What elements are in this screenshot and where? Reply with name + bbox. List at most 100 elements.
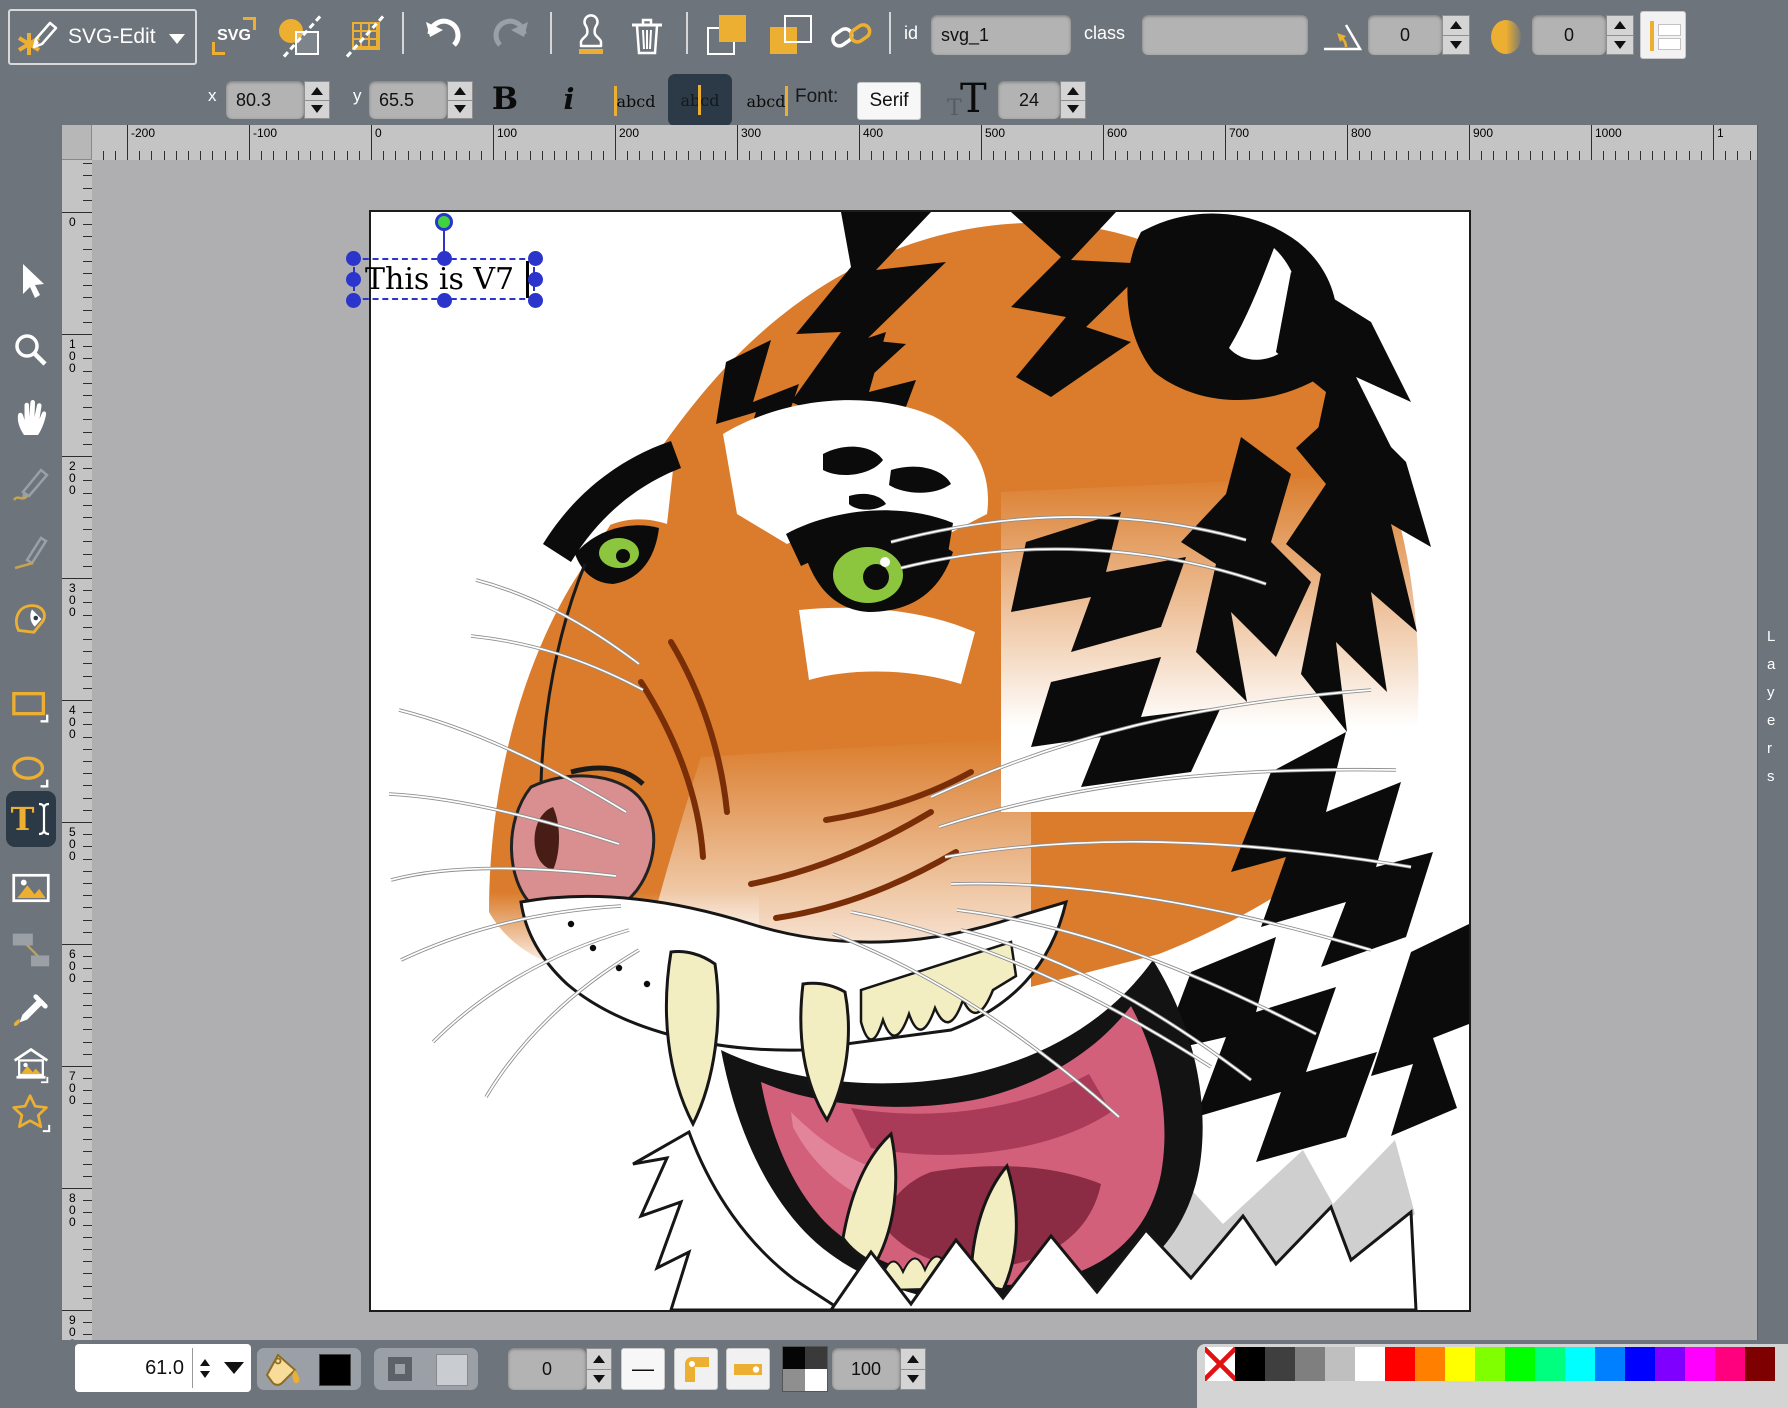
tool-rectangle[interactable] [11, 687, 51, 727]
text-anchor-middle-button[interactable]: abcd [668, 74, 732, 126]
selection-handle[interactable] [528, 293, 543, 308]
fill-color-button[interactable] [257, 1348, 361, 1390]
tool-pencil[interactable] [11, 464, 51, 504]
palette-swatch[interactable] [1535, 1347, 1565, 1381]
selection-handle[interactable] [528, 272, 543, 287]
palette-swatch[interactable] [1475, 1347, 1505, 1381]
paint-bucket-icon [263, 1351, 303, 1389]
make-link-button[interactable] [828, 14, 876, 58]
id-label: id [904, 23, 918, 44]
toolbar-divider [402, 12, 404, 54]
tool-path[interactable] [11, 598, 51, 638]
document-properties-button[interactable] [277, 13, 327, 59]
palette-swatch[interactable] [1655, 1347, 1685, 1381]
class-input[interactable] [1142, 15, 1308, 55]
palette-swatch[interactable] [1565, 1347, 1595, 1381]
delete-button[interactable] [625, 12, 669, 60]
palette-swatch[interactable] [1355, 1347, 1385, 1381]
zoom-spinner[interactable] [193, 1344, 217, 1392]
zoom-select[interactable]: 61.0 [75, 1344, 251, 1392]
layers-panel-tab[interactable]: Layers [1757, 125, 1788, 1340]
zoom-dropdown-caret[interactable] [217, 1344, 251, 1392]
move-to-bottom-button[interactable] [768, 15, 814, 57]
y-input[interactable]: 65.5 [369, 81, 447, 119]
palette-swatch[interactable] [1415, 1347, 1445, 1381]
id-input[interactable]: svg_1 [931, 15, 1071, 55]
text-tool-glyph: T [11, 800, 35, 838]
source-editor-button[interactable]: SVG [210, 15, 258, 57]
opacity-spinner[interactable] [900, 1348, 926, 1390]
tool-line[interactable] [11, 532, 51, 572]
tool-zoom[interactable] [11, 330, 51, 370]
undo-button[interactable] [420, 14, 464, 58]
linecap-icon [731, 1352, 765, 1386]
blur-spinner[interactable] [1606, 15, 1634, 55]
selection-handle[interactable] [346, 293, 361, 308]
tool-ellipse[interactable] [11, 752, 51, 792]
font-family-select[interactable]: Serif [857, 82, 921, 120]
stroke-width-spinner[interactable] [586, 1348, 612, 1390]
palette-swatch[interactable] [1595, 1347, 1625, 1381]
palette-swatch[interactable] [1715, 1347, 1745, 1381]
palette-swatch[interactable] [1295, 1347, 1325, 1381]
redo-button[interactable] [490, 14, 534, 58]
italic-button[interactable]: i [552, 78, 586, 120]
angle-input[interactable]: 0 [1368, 15, 1442, 55]
opacity-input[interactable]: 100 [832, 1348, 900, 1390]
stroke-dash-select[interactable]: — [621, 1348, 665, 1390]
tool-shape-library[interactable] [11, 1045, 51, 1085]
selection-handle[interactable] [528, 251, 543, 266]
zoom-icon [12, 331, 50, 369]
palette-swatch[interactable] [1745, 1347, 1775, 1381]
tool-select[interactable] [11, 262, 51, 302]
select-arrow-icon [13, 262, 49, 302]
selection-handle[interactable] [437, 293, 452, 308]
palette-swatch[interactable] [1235, 1347, 1265, 1381]
palette-swatch[interactable] [1385, 1347, 1415, 1381]
tool-star[interactable] [11, 1093, 51, 1133]
selection-handle[interactable] [437, 251, 452, 266]
align-relative-button[interactable] [1640, 11, 1686, 59]
tool-image[interactable] [11, 868, 51, 908]
tool-eyedropper[interactable] [11, 991, 51, 1031]
top-toolbar: SVG-Edit SVG [0, 0, 1788, 70]
palette-swatch[interactable] [1445, 1347, 1475, 1381]
font-size-input[interactable]: 24 [998, 81, 1060, 119]
preferences-grid-button[interactable] [344, 14, 388, 58]
palette-swatch[interactable] [1265, 1347, 1295, 1381]
stroke-color-button[interactable] [374, 1348, 478, 1390]
stroke-linejoin-button[interactable] [674, 1348, 718, 1390]
workspace[interactable]: This is V7 [92, 160, 1757, 1340]
main-menu-button[interactable]: SVG-Edit [8, 9, 197, 65]
svg-canvas[interactable] [371, 212, 1469, 1310]
x-spinner[interactable] [304, 81, 330, 119]
palette-swatch[interactable] [1325, 1347, 1355, 1381]
angle-spinner[interactable] [1442, 15, 1470, 55]
x-input[interactable]: 80.3 [226, 81, 304, 119]
palette-swatch[interactable] [1685, 1347, 1715, 1381]
tool-text-selected[interactable]: T [6, 791, 56, 847]
text-anchor-end-button[interactable]: abcd [740, 80, 792, 122]
tool-pan[interactable] [11, 397, 51, 437]
rectangle-icon [11, 687, 51, 727]
selected-text-element[interactable]: This is V7 [365, 262, 514, 297]
bold-button[interactable]: B [485, 78, 525, 120]
palette-swatch[interactable] [1505, 1347, 1535, 1381]
selection-handle[interactable] [346, 272, 361, 287]
text-anchor-start-button[interactable]: abcd [610, 80, 662, 122]
palette-swatch-none[interactable] [1205, 1347, 1235, 1381]
palette-swatch[interactable] [1625, 1347, 1655, 1381]
rotate-grip[interactable] [435, 213, 453, 231]
stamp-icon [571, 14, 611, 58]
blur-input[interactable]: 0 [1532, 15, 1606, 55]
tool-connector[interactable] [11, 930, 51, 970]
stroke-width-input[interactable]: 0 [508, 1348, 586, 1390]
stroke-linecap-button[interactable] [726, 1348, 770, 1390]
y-spinner[interactable] [447, 81, 473, 119]
fill-swatch [319, 1354, 351, 1386]
opacity-icon [782, 1346, 828, 1392]
selection-handle[interactable] [346, 251, 361, 266]
clone-button[interactable] [569, 12, 613, 60]
font-size-spinner[interactable] [1060, 81, 1086, 119]
move-to-top-button[interactable] [705, 15, 751, 57]
